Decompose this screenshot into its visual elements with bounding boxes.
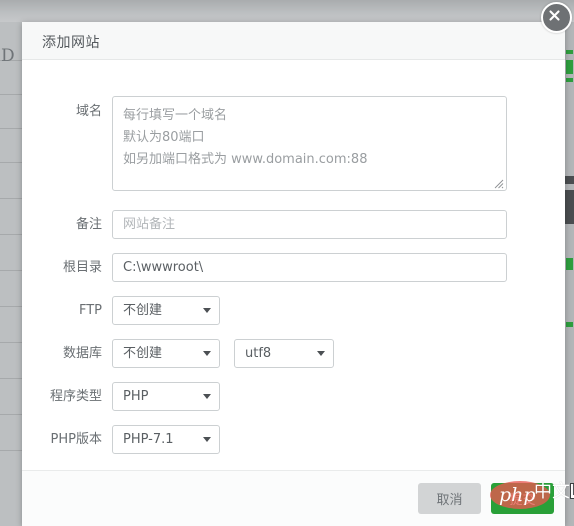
database-charset-select[interactable]: utf8	[234, 339, 334, 368]
chevron-down-icon	[203, 394, 211, 399]
cancel-button[interactable]: 取消	[418, 483, 481, 514]
submit-button[interactable]: 提交	[491, 483, 554, 514]
database-charset-value: utf8	[245, 346, 272, 361]
chevron-down-icon	[203, 437, 211, 442]
chevron-down-icon	[203, 308, 211, 313]
background-right-column	[565, 22, 574, 526]
add-website-dialog: 添加网站 域名 备注	[22, 22, 565, 526]
root-dir-input[interactable]	[112, 253, 507, 282]
close-icon	[549, 10, 560, 21]
program-type-select[interactable]: PHP	[112, 382, 220, 411]
dialog-body: 域名 备注 根目录	[22, 60, 565, 470]
chevron-down-icon	[203, 351, 211, 356]
label-database: 数据库	[62, 346, 102, 361]
label-program-type: 程序类型	[49, 389, 102, 404]
ftp-select[interactable]: 不创建	[112, 296, 220, 325]
php-version-select[interactable]: PHP-7.1	[112, 425, 220, 454]
label-remark: 备注	[75, 217, 102, 232]
domain-textarea[interactable]	[112, 96, 507, 191]
ftp-select-value: 不创建	[123, 303, 163, 318]
dialog-footer: 取消 提交	[22, 470, 565, 526]
background-letter: D	[1, 46, 15, 66]
database-select[interactable]: 不创建	[112, 339, 220, 368]
screen: D 数据库管理 添加网站 域名	[0, 0, 574, 526]
program-type-value: PHP	[123, 389, 149, 404]
chevron-down-icon	[317, 351, 325, 356]
close-dialog-button[interactable]	[541, 2, 572, 33]
database-select-value: 不创建	[123, 346, 163, 361]
label-php-version: PHP版本	[50, 432, 102, 447]
dialog-title: 添加网站	[42, 35, 100, 51]
background-row-lines	[0, 22, 22, 526]
background-topbar	[0, 0, 574, 22]
label-domain: 域名	[75, 104, 102, 119]
label-root-dir: 根目录	[62, 260, 102, 275]
dialog-header: 添加网站	[22, 22, 565, 60]
remark-input[interactable]	[112, 210, 507, 239]
label-ftp: FTP	[78, 303, 102, 318]
php-version-value: PHP-7.1	[123, 432, 174, 447]
